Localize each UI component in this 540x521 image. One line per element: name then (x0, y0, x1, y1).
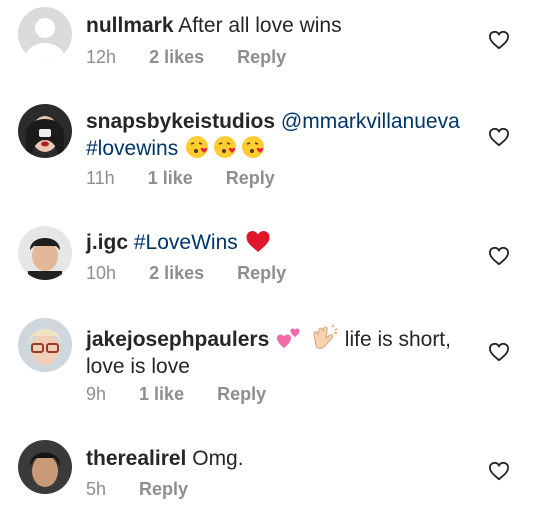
timestamp: 12h (86, 47, 117, 67)
timestamp: 11h (86, 168, 115, 188)
heart-outline-icon[interactable] (488, 246, 510, 266)
mention-link[interactable]: @mmarkvillanueva (281, 110, 460, 133)
comment-text: After all love wins (178, 14, 342, 37)
heart-outline-icon[interactable] (488, 461, 510, 481)
username[interactable]: nullmark (86, 14, 174, 37)
avatar[interactable] (18, 104, 72, 158)
likes-count[interactable]: 2 likes (149, 263, 204, 284)
comment-meta: 5h Reply (86, 479, 216, 500)
reply-button[interactable]: Reply (217, 384, 266, 405)
heart-outline-icon[interactable] (488, 30, 510, 50)
comment-meta: 10h 2 likes Reply (86, 263, 314, 284)
comment-meta: 9h 1 like Reply (86, 384, 294, 405)
hashtag-link[interactable]: #lovewins (86, 137, 178, 160)
comment-text: Omg. (192, 447, 244, 470)
avatar[interactable] (18, 226, 72, 280)
username[interactable]: snapsbykeistudios (86, 110, 275, 133)
heart-outline-icon[interactable] (488, 127, 510, 147)
comment-body: jakejosephpaulers life is short, love is… (86, 324, 478, 380)
likes-count[interactable]: 1 like (139, 384, 184, 405)
comment-body: snapsbykeistudios @mmarkvillanueva #love… (86, 108, 478, 162)
username[interactable]: jakejosephpaulers (86, 328, 269, 351)
reply-button[interactable]: Reply (237, 263, 286, 284)
comment-meta: 12h 2 likes Reply (86, 47, 314, 68)
reply-button[interactable]: Reply (237, 47, 286, 68)
comment-body: j.igc #LoveWins (86, 229, 478, 256)
reply-button[interactable]: Reply (139, 479, 188, 500)
comment-meta: 11h 1 like Reply (86, 168, 303, 189)
comment-text-2: love is love (86, 355, 190, 378)
username[interactable]: therealirel (86, 447, 186, 470)
timestamp: 9h (86, 384, 107, 404)
likes-count[interactable]: 1 like (148, 168, 193, 189)
timestamp: 10h (86, 263, 117, 283)
hashtag-link[interactable]: #LoveWins (134, 231, 238, 254)
heart-outline-icon[interactable] (488, 342, 510, 362)
comment-body: nullmark After all love wins (86, 12, 478, 39)
pink-hearts-emoji (275, 328, 309, 351)
comment-body: therealirel Omg. (86, 445, 478, 472)
comment-text-1: life is short, (344, 328, 451, 351)
avatar[interactable] (18, 318, 72, 372)
likes-count[interactable]: 2 likes (149, 47, 204, 68)
red-heart-emoji (244, 231, 272, 254)
avatar[interactable] (18, 7, 72, 61)
username[interactable]: j.igc (86, 231, 128, 254)
avatar[interactable] (18, 440, 72, 494)
reply-button[interactable]: Reply (226, 168, 275, 189)
clapping-hands-emoji (309, 324, 345, 351)
timestamp: 5h (86, 479, 107, 499)
kissing-face-emoji (184, 136, 268, 160)
